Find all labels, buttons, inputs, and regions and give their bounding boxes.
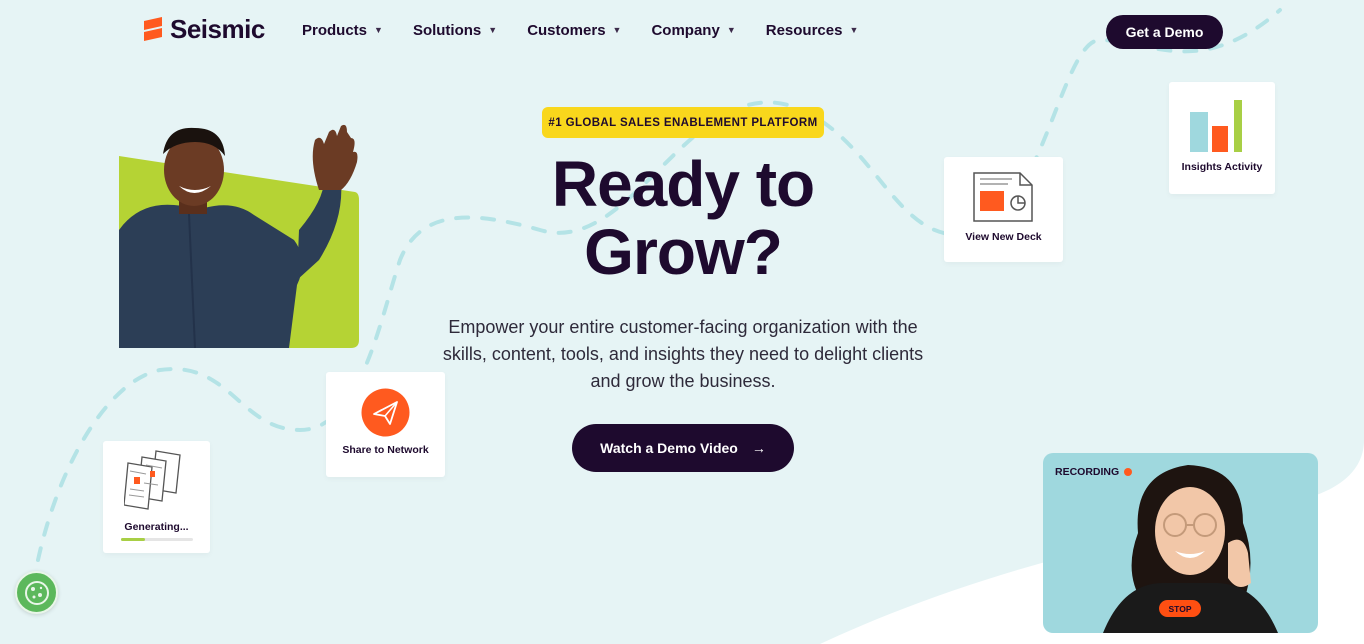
recording-label: RECORDING: [1055, 466, 1120, 478]
chevron-down-icon: ▼: [849, 24, 859, 35]
share-to-network-label: Share to Network: [342, 444, 429, 456]
recording-card: RECORDING STOP: [1043, 453, 1318, 633]
chevron-down-icon: ▼: [488, 24, 498, 35]
chevron-down-icon: ▼: [726, 24, 736, 35]
watch-demo-label: Watch a Demo Video: [600, 440, 738, 456]
hero-photo-man-waving: [119, 124, 359, 348]
nav-item-solutions[interactable]: Solutions ▼: [413, 22, 497, 39]
nav-item-label: Products: [302, 22, 368, 39]
nav-item-label: Resources: [765, 22, 843, 39]
documents-stack-icon: [124, 450, 181, 510]
page: Seismic Products ▼ Solutions ▼ Customers…: [0, 0, 1364, 644]
nav-item-customers[interactable]: Customers ▼: [527, 22, 621, 39]
stop-recording-button[interactable]: STOP: [1159, 600, 1201, 617]
insights-activity-card: Insights Activity: [1169, 82, 1275, 194]
nav-item-label: Company: [651, 22, 720, 39]
headline-line-1: Ready to: [551, 148, 815, 220]
nav-item-company[interactable]: Company ▼: [651, 22, 735, 39]
hero-headline: Ready to Grow?: [483, 150, 883, 286]
nav-item-label: Solutions: [412, 22, 482, 39]
generating-progress-fill: [121, 538, 145, 541]
seismic-logo-icon: [144, 16, 162, 41]
cookie-icon: [24, 580, 49, 605]
cookie-settings-button[interactable]: [15, 571, 58, 614]
generating-progress-bar: [121, 538, 193, 541]
share-to-network-card: Share to Network: [326, 372, 445, 477]
nav-item-label: Customers: [527, 22, 606, 39]
main-nav: Products ▼ Solutions ▼ Customers ▼ Compa…: [302, 22, 888, 39]
logo-text: Seismic: [170, 14, 265, 44]
insights-activity-label: Insights Activity: [1181, 161, 1263, 173]
nav-item-resources[interactable]: Resources ▼: [766, 22, 859, 39]
hero-badge: #1 GLOBAL SALES ENABLEMENT PLATFORM: [542, 107, 824, 138]
seismic-logo[interactable]: Seismic: [142, 14, 265, 45]
generating-label: Generating...: [124, 521, 189, 533]
presentation-deck-icon: [973, 172, 1033, 222]
headline-line-2: Grow?: [584, 216, 783, 288]
bar-chart-icon: [1190, 100, 1242, 152]
chevron-down-icon: ▼: [374, 24, 383, 35]
chevron-down-icon: ▼: [612, 24, 622, 35]
hero-subtext: Empower your entire customer-facing orga…: [442, 317, 924, 391]
get-a-demo-button[interactable]: Get a Demo: [1106, 15, 1223, 49]
watch-demo-video-button[interactable]: Watch a Demo Video →: [572, 424, 794, 472]
view-new-deck-card: View New Deck: [944, 157, 1063, 262]
view-new-deck-label: View New Deck: [965, 231, 1042, 243]
generating-card: Generating...: [103, 441, 210, 553]
recording-indicator: RECORDING: [1055, 466, 1133, 478]
nav-item-products[interactable]: Products ▼: [302, 22, 383, 39]
arrow-right-icon: →: [751, 440, 766, 456]
paper-plane-icon: [361, 388, 410, 437]
recording-dot-icon: [1124, 468, 1133, 476]
